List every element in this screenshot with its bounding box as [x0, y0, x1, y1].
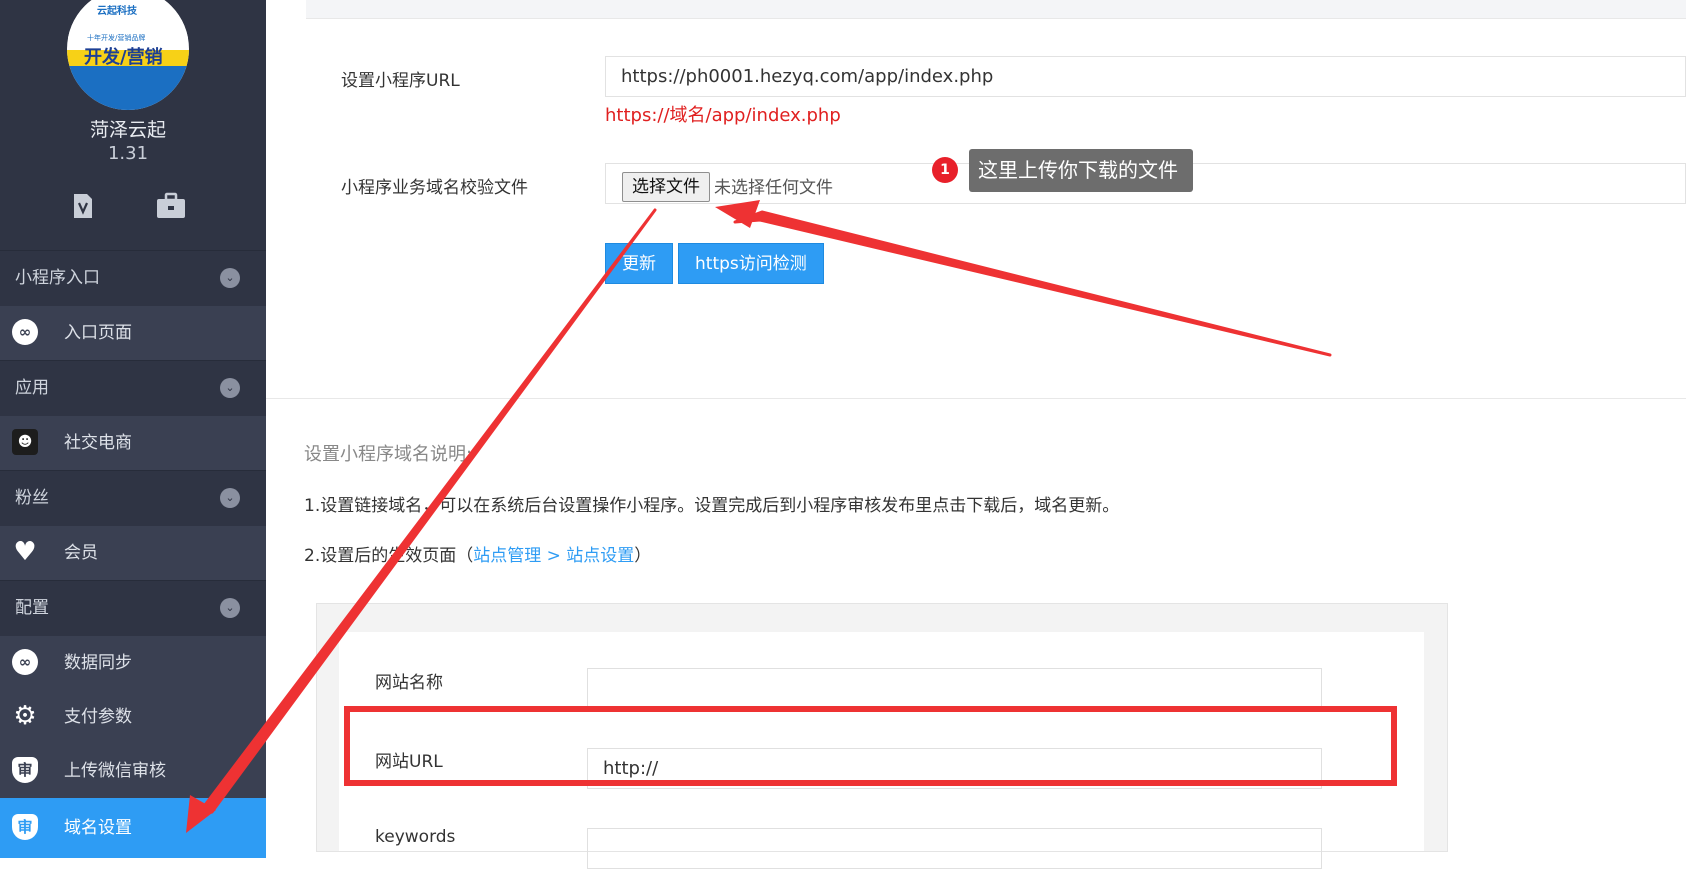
sidebar-item-label: 数据同步 — [64, 653, 132, 673]
group-label: 应用 — [15, 378, 49, 398]
brand-logo: 云起科技 十年开发/营销品牌 开发/营销 — [67, 0, 189, 110]
site-name-input[interactable] — [587, 668, 1322, 709]
description-title: 设置小程序域名说明: — [304, 444, 473, 465]
chevron-down-icon: ⌄ — [220, 378, 240, 398]
description-line-1: 1.设置链接域名，可以在系统后台设置操作小程序。设置完成后到小程序审核发布里点击… — [304, 496, 1120, 516]
sidebar-item-social-ecommerce[interactable]: ☻ 社交电商 — [0, 416, 266, 470]
sidebar-item-label: 上传微信审核 — [64, 761, 166, 781]
gear-icon: ⚙ — [13, 701, 37, 731]
choose-file-button[interactable]: 选择文件 — [622, 172, 710, 202]
line2-prefix: 2.设置后的生效页面（ — [304, 546, 474, 566]
file-label: 小程序业务域名校验文件 — [341, 178, 528, 198]
sidebar-item-data-sync[interactable]: ∞ 数据同步 — [0, 636, 266, 690]
logo-brand-text: 云起科技 — [97, 6, 137, 17]
step-badge: 1 — [932, 157, 958, 183]
group-label: 粉丝 — [15, 488, 49, 508]
site-management-link[interactable]: 站点管理 — [473, 546, 541, 566]
sidebar-menu: 小程序入口 ⌄ ∞ 入口页面 应用 ⌄ ☻ 社交电商 粉丝 ⌄ ♥ 会员 配置 … — [0, 250, 266, 858]
sidebar-item-domain-settings[interactable]: 审 域名设置 — [0, 798, 266, 858]
menu-group-config[interactable]: 配置 ⌄ — [0, 580, 266, 636]
site-settings-link[interactable]: 站点设置 — [566, 546, 634, 566]
version-icon[interactable] — [68, 192, 98, 222]
chevron-down-icon: ⌄ — [220, 488, 240, 508]
brand-version: 1.31 — [107, 143, 149, 164]
sidebar-item-label: 支付参数 — [64, 707, 132, 727]
sidebar-item-label: 入口页面 — [64, 323, 132, 343]
sidebar-item-wechat-review[interactable]: 审 上传微信审核 — [0, 744, 266, 798]
sidebar-item-label: 域名设置 — [64, 818, 132, 838]
menu-group-apps[interactable]: 应用 ⌄ — [0, 360, 266, 416]
menu-group-miniprogram-entry[interactable]: 小程序入口 ⌄ — [0, 250, 266, 306]
link-icon: ∞ — [12, 649, 38, 675]
link-icon: ∞ — [12, 319, 38, 345]
highlight-frame — [344, 706, 1397, 786]
logo-main-text: 开发/营销 — [84, 47, 163, 68]
top-strip — [306, 0, 1686, 19]
sidebar-item-payment-params[interactable]: ⚙ 支付参数 — [0, 690, 266, 744]
https-check-button[interactable]: https访问检测 — [678, 243, 824, 284]
sidebar-item-label: 会员 — [64, 543, 98, 563]
sidebar-item-entry-page[interactable]: ∞ 入口页面 — [0, 306, 266, 360]
sidebar: 云起科技 十年开发/营销品牌 开发/营销 菏泽云起 1.31 小程序入口 ⌄ ∞ — [0, 0, 266, 858]
update-button[interactable]: 更新 — [605, 243, 673, 284]
shield-icon: 审 — [12, 814, 38, 840]
annotation-tooltip: 这里上传你下载的文件 — [969, 149, 1193, 192]
brand-name: 菏泽云起 — [89, 119, 166, 141]
url-input[interactable]: https://ph0001.hezyq.com/app/index.php — [605, 56, 1686, 97]
sidebar-item-label: 社交电商 — [64, 433, 132, 453]
url-label: 设置小程序URL — [341, 71, 460, 91]
description-line-2: 2.设置后的生效页面（站点管理 > 站点设置） — [304, 541, 651, 566]
briefcase-icon[interactable] — [156, 192, 186, 222]
keywords-label: keywords — [375, 827, 456, 847]
keywords-input[interactable] — [587, 828, 1322, 869]
site-name-label: 网站名称 — [375, 673, 443, 693]
url-hint: https://域名/app/index.php — [605, 105, 841, 126]
menu-group-fans[interactable]: 粉丝 ⌄ — [0, 470, 266, 526]
heart-icon: ♥ — [13, 537, 37, 567]
avatar-icon: ☻ — [12, 429, 38, 455]
sidebar-item-members[interactable]: ♥ 会员 — [0, 526, 266, 580]
group-label: 小程序入口 — [15, 268, 100, 288]
line2-suffix: ） — [634, 546, 652, 566]
logo-tagline: 十年开发/营销品牌 — [87, 34, 146, 42]
brand-area: 云起科技 十年开发/营销品牌 开发/营销 菏泽云起 1.31 — [0, 0, 266, 250]
file-status: 未选择任何文件 — [714, 178, 833, 198]
shield-icon: 审 — [12, 757, 38, 783]
chevron-down-icon: ⌄ — [220, 598, 240, 618]
breadcrumb-separator: > — [541, 546, 567, 566]
group-label: 配置 — [15, 598, 49, 618]
divider — [266, 398, 1686, 399]
chevron-down-icon: ⌄ — [220, 268, 240, 288]
